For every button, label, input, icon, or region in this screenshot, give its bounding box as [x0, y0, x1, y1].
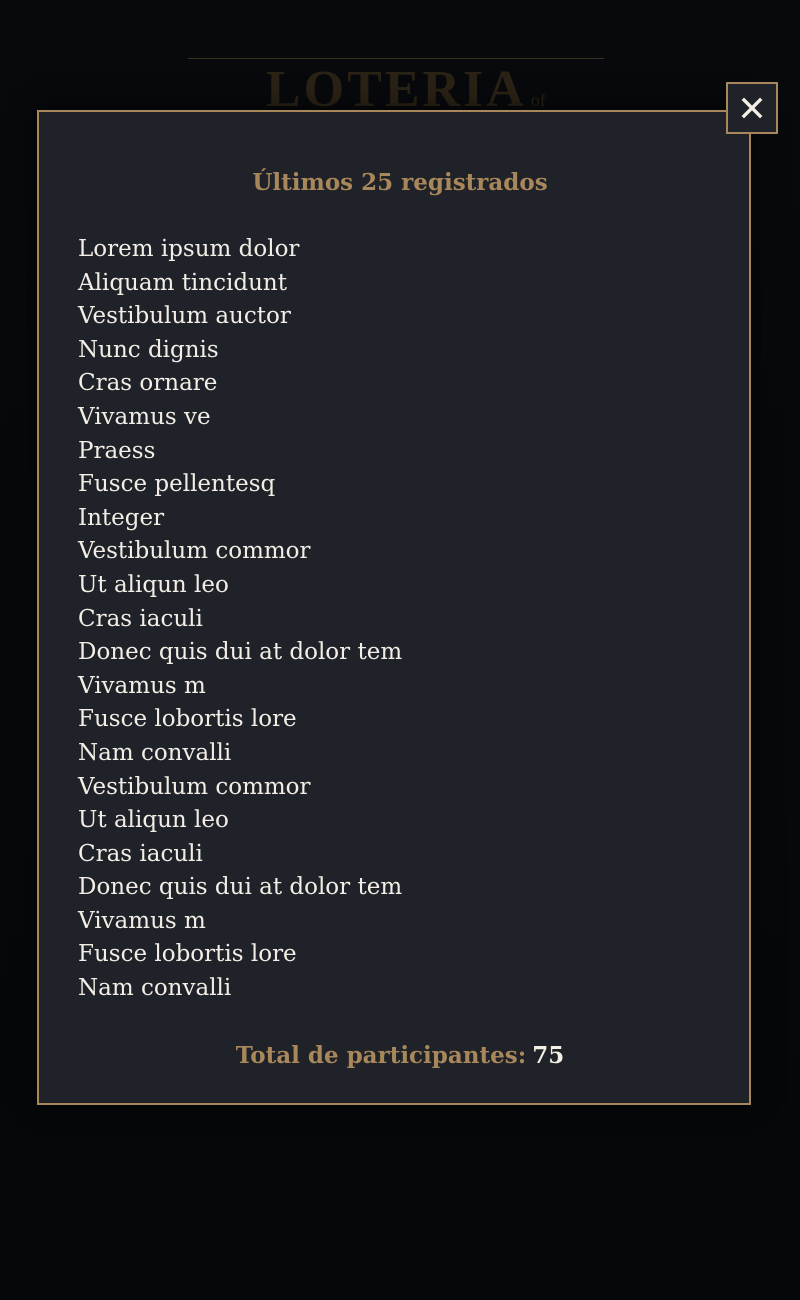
total-label: Total de participantes:	[235, 1042, 527, 1069]
registrant-name: Aliquam tincidunt	[78, 269, 287, 296]
registrant-list: Lorem ipsum dolor Aliquam tincidunt Vestib…	[78, 233, 402, 1006]
registrant-name: Integer	[78, 504, 165, 531]
total-participants: Total de participantes: 75	[0, 1038, 800, 1074]
registrant-name: Donec quis dui at dolor tem	[78, 874, 403, 901]
registrant-name: Vivamus ve	[78, 403, 211, 430]
registrant-name: Nunc dignis	[78, 336, 219, 363]
total-value: 75	[532, 1042, 565, 1069]
registrant-name: Cras iaculi	[78, 605, 203, 632]
modal-title: Últimos 25 registrados	[252, 169, 548, 196]
close-icon	[741, 97, 763, 119]
close-button[interactable]	[726, 82, 778, 134]
registrant-name: Fusce pellentesq	[78, 471, 276, 498]
registrant-name: Vestibulum commor	[78, 538, 311, 565]
background-logo-suffix: of	[530, 90, 546, 110]
registrant-name: Lorem ipsum dolor	[78, 236, 300, 262]
background-divider	[188, 58, 604, 59]
registrant-name: Ut aliqun leo	[78, 571, 229, 598]
registrant-name: Nam convalli	[78, 975, 232, 1002]
registrant-name: Nam convalli	[78, 739, 232, 766]
registrant-name: Vestibulum auctor	[78, 303, 291, 330]
registrant-name: Vivamus m	[78, 672, 206, 699]
registrant-name: Vestibulum commor	[78, 773, 311, 800]
registrant-name: Fusce lobortis lore	[78, 706, 297, 733]
registrant-name: Cras ornare	[78, 370, 218, 397]
registrant-name: Praess	[78, 437, 156, 464]
registrant-name: Ut aliqun leo	[78, 807, 229, 834]
registrant-name: Vivamus m	[78, 907, 206, 934]
registrant-name: Donec quis dui at dolor tem	[78, 639, 403, 666]
registrant-name: Cras iaculi	[78, 840, 203, 867]
registrant-name: Fusce lobortis lore	[78, 941, 297, 968]
